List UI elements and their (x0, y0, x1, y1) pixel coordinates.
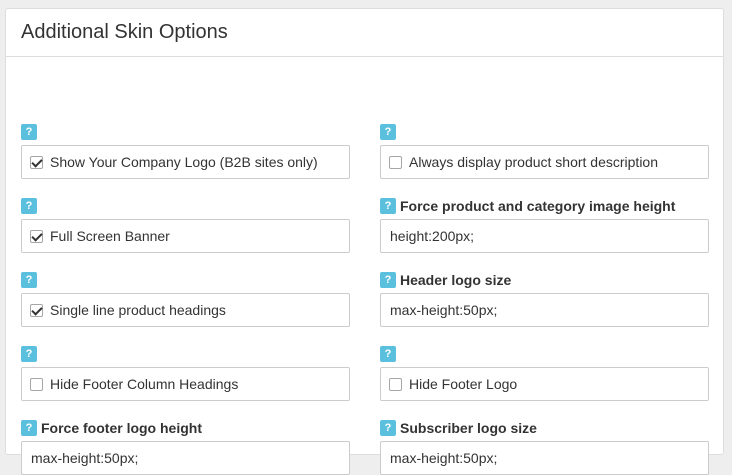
checkbox-label: Always display product short description (409, 154, 659, 170)
option-short-description: ? Always display product short descripti… (380, 123, 709, 179)
footer-logo-height-input[interactable] (21, 441, 350, 475)
header-logo-size-input[interactable] (380, 293, 709, 327)
full-screen-banner-checkbox[interactable] (30, 229, 43, 243)
help-icon[interactable]: ? (380, 124, 396, 140)
help-icon[interactable]: ? (21, 124, 37, 140)
skin-options-panel: Additional Skin Options ? Show Your Comp… (5, 8, 724, 475)
full-screen-banner-checkbox-row[interactable]: Full Screen Banner (21, 219, 350, 253)
field-label: Force footer logo height (41, 420, 202, 436)
hide-footer-headings-checkbox[interactable] (30, 377, 43, 391)
checkbox-label: Full Screen Banner (50, 228, 170, 244)
hide-footer-headings-checkbox-row[interactable]: Hide Footer Column Headings (21, 367, 350, 401)
checkbox-label: Single line product headings (50, 302, 226, 318)
checkbox-label: Hide Footer Logo (409, 376, 518, 392)
panel-title: Additional Skin Options (6, 9, 723, 57)
help-icon[interactable]: ? (380, 272, 396, 288)
option-hide-footer-headings: ? Hide Footer Column Headings (21, 345, 350, 401)
help-icon[interactable]: ? (21, 346, 37, 362)
help-icon[interactable]: ? (380, 198, 396, 214)
single-line-headings-checkbox[interactable] (30, 303, 43, 317)
help-icon[interactable]: ? (21, 420, 37, 436)
short-description-checkbox-row[interactable]: Always display product short description (380, 145, 709, 179)
help-icon[interactable]: ? (380, 420, 396, 436)
company-logo-checkbox-row[interactable]: Show Your Company Logo (B2B sites only) (21, 145, 350, 179)
field-label: Force product and category image height (400, 198, 676, 214)
option-image-height: ? Force product and category image heigh… (380, 197, 709, 253)
option-full-screen-banner: ? Full Screen Banner (21, 197, 350, 253)
help-icon[interactable]: ? (21, 272, 37, 288)
subscriber-logo-size-input[interactable] (380, 441, 709, 475)
company-logo-checkbox[interactable] (30, 155, 43, 169)
help-icon[interactable]: ? (380, 346, 396, 362)
single-line-headings-checkbox-row[interactable]: Single line product headings (21, 293, 350, 327)
checkbox-label: Hide Footer Column Headings (50, 376, 239, 392)
checkbox-label: Show Your Company Logo (B2B sites only) (50, 154, 318, 170)
field-label: Subscriber logo size (400, 420, 537, 436)
option-company-logo: ? Show Your Company Logo (B2B sites only… (21, 123, 350, 179)
help-icon[interactable]: ? (21, 198, 37, 214)
hide-footer-logo-checkbox[interactable] (389, 377, 402, 391)
image-height-input[interactable] (380, 219, 709, 253)
option-header-logo-size: ? Header logo size (380, 271, 709, 327)
short-description-checkbox[interactable] (389, 155, 402, 169)
option-hide-footer-logo: ? Hide Footer Logo (380, 345, 709, 401)
hide-footer-logo-checkbox-row[interactable]: Hide Footer Logo (380, 367, 709, 401)
option-single-line-headings: ? Single line product headings (21, 271, 350, 327)
field-label: Header logo size (400, 272, 512, 288)
